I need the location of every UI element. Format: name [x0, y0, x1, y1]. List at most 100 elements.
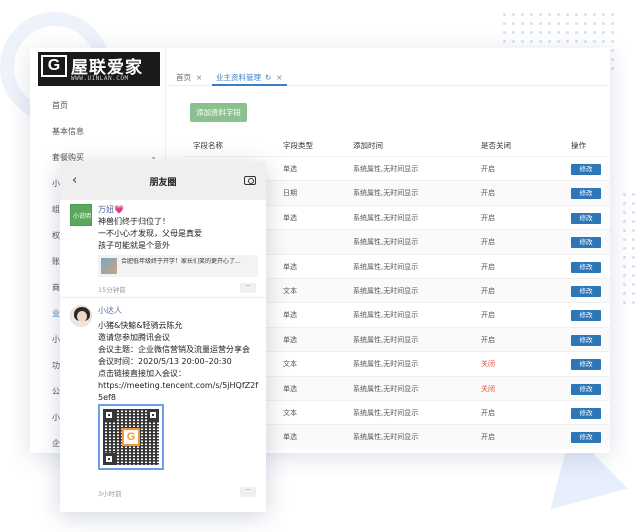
qr-pattern: G — [103, 409, 159, 465]
column-header: 字段名称 — [193, 141, 223, 150]
post-time: 3小时前 — [98, 490, 122, 498]
status-text: 开启 — [481, 238, 495, 247]
close-icon[interactable]: × — [196, 73, 202, 82]
sidebar-item[interactable]: 权 — [52, 230, 60, 241]
link-title: 合肥低年级终于开学！家长们笑的更开心了... — [121, 258, 241, 265]
avatar-text: 小说明 — [73, 213, 92, 220]
edit-button[interactable]: 修改 — [571, 237, 601, 249]
shared-link-card[interactable]: 合肥低年级终于开学！家长们笑的更开心了... — [98, 255, 258, 277]
tab-bar: 首页 × 业主资料管理 ↻ × — [168, 66, 610, 86]
column-header: 操作 — [571, 141, 586, 150]
sidebar-item-active[interactable]: 业 — [52, 308, 60, 319]
added-time: 系统属性,无时间显示 — [353, 408, 419, 417]
sidebar-item[interactable]: 小 — [52, 178, 60, 189]
moments-title: 朋友圈 — [149, 178, 177, 188]
status-text: 开启 — [481, 311, 495, 320]
field-type: 文本 — [283, 408, 297, 417]
status-text: 开启 — [481, 408, 495, 417]
field-type: 文本 — [283, 360, 297, 369]
tab-home[interactable]: 首页 × — [172, 69, 206, 86]
divider — [60, 297, 266, 298]
qr-finder — [103, 409, 115, 421]
added-time: 系统属性,无时间显示 — [353, 311, 419, 320]
status-text: 开启 — [481, 165, 495, 173]
field-type: 单选 — [283, 335, 297, 344]
sidebar-item-home[interactable]: 首页 — [52, 100, 68, 111]
post-text: 神兽们终于归位了！ 一不小心才发现，父母是真爱 孩子可能就是个意外 — [98, 217, 202, 250]
status-text: 开启 — [481, 335, 495, 344]
added-time: 系统属性,无时间显示 — [353, 262, 419, 271]
sidebar-item[interactable]: 账 — [52, 256, 60, 267]
added-time: 系统属性,无时间显示 — [353, 165, 419, 173]
status-text: 关闭 — [481, 384, 495, 393]
edit-button[interactable]: 修改 — [571, 310, 601, 322]
added-time: 系统属性,无时间显示 — [353, 335, 419, 344]
field-type: 单选 — [283, 384, 297, 393]
field-type: 单选 — [283, 311, 297, 320]
add-field-button[interactable]: 添加资料字段 — [190, 103, 247, 122]
more-button[interactable]: ·· — [240, 283, 256, 293]
qr-finder — [147, 409, 159, 421]
sidebar-item-basic-info[interactable]: 基本信息 — [52, 126, 84, 137]
tab-owner-data[interactable]: 业主资料管理 ↻ × — [212, 69, 287, 86]
edit-button[interactable]: 修改 — [571, 334, 601, 346]
field-type: 单选 — [283, 213, 297, 222]
edit-button[interactable]: 修改 — [571, 432, 601, 444]
field-type: 日期 — [283, 189, 297, 198]
added-time: 系统属性,无时间显示 — [353, 213, 419, 222]
sidebar-item[interactable]: 功 — [52, 360, 60, 371]
sidebar-item[interactable]: 组 — [52, 204, 60, 215]
logo-icon: G — [41, 55, 67, 77]
edit-button[interactable]: 修改 — [571, 285, 601, 297]
table-header: 字段名称 字段类型 添加时间 是否关闭 操作 — [185, 136, 610, 156]
field-type: 单选 — [283, 433, 297, 442]
moments-header: ‹ 朋友圈 — [60, 162, 266, 200]
more-button[interactable]: ·· — [240, 487, 256, 497]
added-time: 系统属性,无时间显示 — [353, 189, 419, 198]
status-text: 关闭 — [481, 360, 495, 369]
status-text: 开启 — [481, 286, 495, 295]
edit-button[interactable]: 修改 — [571, 359, 601, 371]
sidebar-item[interactable]: 小 — [52, 334, 60, 345]
field-type: 文本 — [283, 286, 297, 295]
edit-button[interactable]: 修改 — [571, 383, 601, 395]
edit-button[interactable]: 修改 — [571, 407, 601, 419]
edit-button[interactable]: 修改 — [571, 164, 601, 175]
camera-icon[interactable] — [244, 176, 256, 185]
edit-button[interactable]: 修改 — [571, 261, 601, 273]
chevron-down-icon: ⌄ — [150, 152, 157, 161]
sidebar-item[interactable]: 公 — [52, 386, 60, 397]
avatar[interactable] — [70, 305, 92, 327]
decorative-dots — [620, 190, 640, 310]
brand-logo: G 屋联爱家 WWW.UINLAN.COM — [38, 52, 160, 86]
avatar[interactable]: 小说明 — [70, 204, 92, 226]
added-time: 系统属性,无时间显示 — [353, 384, 419, 393]
edit-button[interactable]: 修改 — [571, 212, 601, 224]
post-author[interactable]: 小达人 — [98, 305, 122, 316]
sidebar-item[interactable]: 商 — [52, 282, 60, 293]
status-text: 开启 — [481, 189, 495, 198]
column-header: 是否关闭 — [481, 141, 511, 150]
added-time: 系统属性,无时间显示 — [353, 286, 419, 295]
close-icon[interactable]: × — [276, 73, 282, 82]
tab-label: 首页 — [176, 73, 191, 82]
status-text: 开启 — [481, 213, 495, 222]
sidebar-item[interactable]: 企 — [52, 438, 60, 449]
author-name: 万妞 — [98, 205, 114, 214]
field-type: 单选 — [283, 262, 297, 271]
post-time: 15分钟前 — [98, 286, 126, 294]
column-header: 字段类型 — [283, 141, 313, 150]
added-time: 系统属性,无时间显示 — [353, 360, 419, 369]
added-time: 系统属性,无时间显示 — [353, 238, 419, 247]
edit-button[interactable]: 修改 — [571, 188, 601, 200]
brand-url: WWW.UINLAN.COM — [71, 75, 129, 82]
qr-finder — [103, 453, 115, 465]
status-text: 开启 — [481, 262, 495, 271]
field-type: 单选 — [283, 165, 297, 173]
qr-code[interactable]: G — [98, 404, 164, 470]
sidebar-item[interactable]: 小 — [52, 412, 60, 423]
refresh-icon[interactable]: ↻ — [265, 73, 271, 82]
post-author[interactable]: 万妞💗 — [98, 204, 124, 215]
qr-logo-icon: G — [122, 428, 140, 446]
moments-card: ‹ 朋友圈 小说明 万妞💗 神兽们终于归位了！ 一不小心才发现，父母是真爱 孩子… — [60, 162, 266, 512]
